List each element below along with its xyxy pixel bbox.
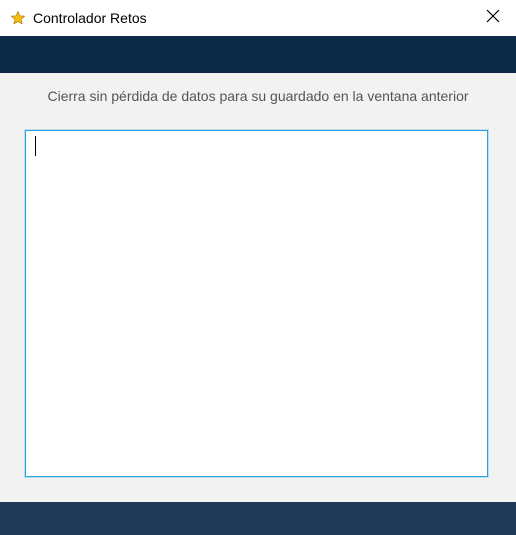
text-area-container: [25, 130, 488, 477]
text-caret: [35, 136, 36, 156]
text-area[interactable]: [26, 131, 487, 476]
close-button[interactable]: [470, 0, 516, 36]
window-title: Controlador Retos: [33, 10, 147, 26]
star-icon: [10, 10, 26, 26]
info-message: Cierra sin pérdida de datos para su guar…: [47, 88, 469, 104]
header-band: [0, 36, 516, 73]
close-icon: [486, 9, 500, 28]
footer-band: [0, 502, 516, 535]
title-bar: Controlador Retos: [0, 0, 516, 36]
